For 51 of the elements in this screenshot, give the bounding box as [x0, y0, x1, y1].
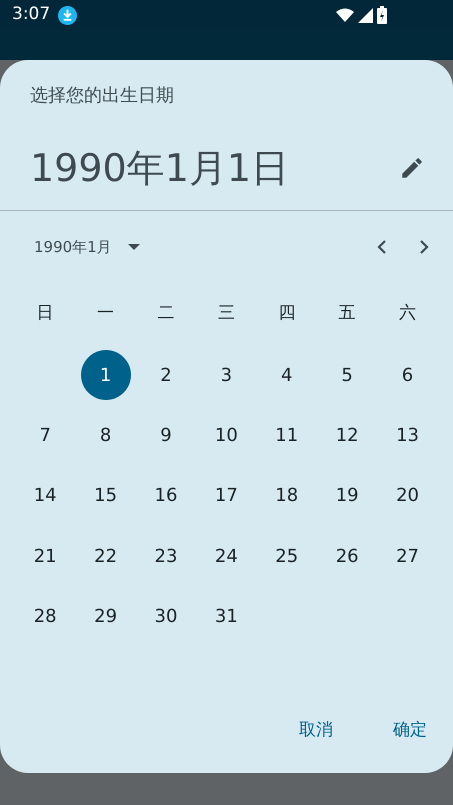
battery-icon: [377, 6, 387, 24]
day-button[interactable]: 19: [322, 470, 372, 521]
day-button[interactable]: 9: [140, 410, 191, 461]
day-button[interactable]: 15: [80, 470, 131, 521]
day-button[interactable]: 10: [201, 410, 252, 461]
day-button[interactable]: 12: [322, 410, 372, 461]
day-button[interactable]: 20: [382, 470, 433, 521]
weekday-label: 三: [218, 302, 235, 326]
month-year-dropdown[interactable]: 1990年1月: [30, 234, 144, 260]
day-button[interactable]: 25: [262, 531, 312, 582]
day-button[interactable]: 27: [382, 531, 433, 582]
weekday-label: 一: [97, 302, 114, 326]
day-button[interactable]: 18: [262, 470, 312, 521]
day-button[interactable]: 30: [140, 592, 191, 642]
day-button[interactable]: 17: [201, 470, 252, 521]
day-button[interactable]: 29: [80, 592, 131, 642]
selected-date: 1990年1月1日: [30, 144, 290, 192]
day-button[interactable]: 7: [20, 410, 70, 461]
caret-icon: [128, 244, 140, 250]
day-button[interactable]: 3: [201, 350, 252, 400]
day-button[interactable]: 14: [20, 470, 70, 521]
day-button[interactable]: 4: [262, 350, 312, 400]
signal-icon: [358, 8, 373, 22]
day-button[interactable]: 23: [140, 531, 191, 582]
day-button[interactable]: 24: [201, 531, 252, 582]
confirm-button[interactable]: 确定: [375, 710, 445, 751]
day-button[interactable]: 31: [201, 592, 252, 642]
weekday-label: 日: [36, 302, 54, 326]
dialog-title: 选择您的出生日期: [30, 85, 174, 106]
chevron-right-icon: [419, 239, 429, 255]
day-button[interactable]: 22: [80, 531, 131, 582]
day-button[interactable]: 5: [322, 350, 372, 400]
day-button[interactable]: 8: [80, 410, 131, 461]
day-button[interactable]: 28: [20, 592, 70, 642]
weekday-label: 四: [278, 302, 296, 326]
weekday-label: 五: [338, 302, 356, 326]
day-button[interactable]: 21: [20, 531, 70, 582]
day-button[interactable]: 6: [382, 350, 433, 400]
cancel-button[interactable]: 取消: [281, 710, 351, 751]
chevron-left-icon: [377, 239, 387, 255]
day-button[interactable]: 1: [80, 350, 131, 400]
day-button[interactable]: 16: [140, 470, 191, 521]
wifi-icon: [336, 8, 354, 22]
weekday-label: 二: [157, 302, 174, 326]
day-button[interactable]: 13: [382, 410, 433, 461]
download-icon: [58, 6, 78, 24]
status-time: 3:07: [12, 3, 50, 26]
weekday-label: 六: [399, 302, 416, 326]
day-button[interactable]: 2: [140, 350, 191, 400]
day-button[interactable]: 11: [262, 410, 312, 461]
day-button[interactable]: 26: [322, 531, 372, 582]
